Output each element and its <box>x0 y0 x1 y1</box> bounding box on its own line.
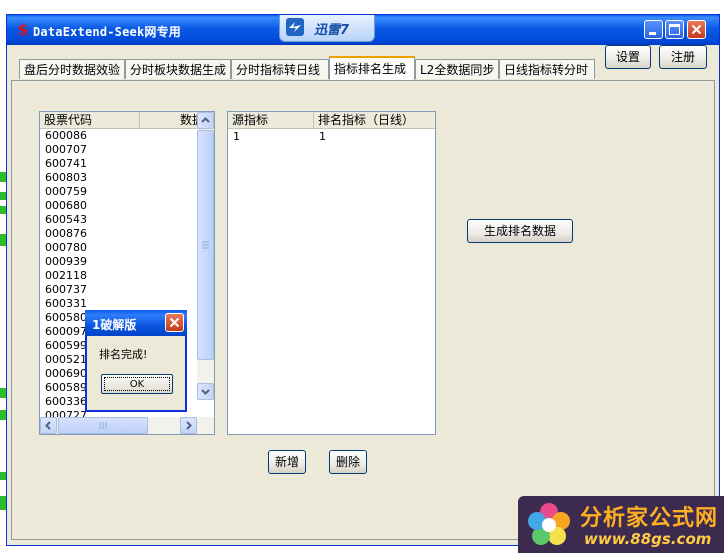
delete-button[interactable]: 删除 <box>329 450 367 474</box>
stock-row[interactable]: 600741 <box>45 157 87 171</box>
stock-row[interactable]: 600599 <box>45 339 87 353</box>
hscroll-thumb[interactable] <box>58 417 148 434</box>
indicator-list[interactable]: 源指标 排名指标（日线） 1 1 <box>227 111 436 435</box>
tab-strip: 盘后分时数据效验 分时板块数据生成 分时指标转日线 指标排名生成 L2全数据同步… <box>7 45 719 81</box>
minimize-icon <box>649 32 656 35</box>
maximize-icon <box>669 24 680 35</box>
xunlei-badge[interactable]: 迅雷7 <box>279 15 375 42</box>
indicator-row-rank[interactable]: 1 <box>319 130 326 144</box>
xunlei-label: 迅雷7 <box>314 23 350 38</box>
stock-list-vscrollbar[interactable] <box>197 112 214 400</box>
column-header-rank[interactable]: 排名指标（日线） <box>314 112 435 128</box>
app-logo-icon: $ <box>17 20 29 39</box>
grip-icon <box>202 241 209 249</box>
scroll-right-button[interactable] <box>180 417 197 434</box>
stock-row[interactable]: 600086 <box>45 129 87 143</box>
add-button[interactable]: 新增 <box>268 450 306 474</box>
column-header-code[interactable]: 股票代码 <box>40 112 140 128</box>
stock-row[interactable]: 600580 <box>45 311 87 325</box>
stock-row[interactable]: 000707 <box>45 143 87 157</box>
stock-row[interactable]: 600589 <box>45 381 87 395</box>
column-header-source[interactable]: 源指标 <box>228 112 314 128</box>
tab-minute-to-daily[interactable]: 分时指标转日线 <box>231 59 329 79</box>
stock-row[interactable]: 600331 <box>45 297 87 311</box>
watermark-brand: 分析家公式网 <box>580 506 719 531</box>
scroll-up-button[interactable] <box>197 112 214 129</box>
stock-row[interactable]: 600803 <box>45 171 87 185</box>
chevron-up-icon <box>201 117 210 123</box>
message-box-title: 1破解版 <box>92 318 137 332</box>
close-icon <box>169 317 180 328</box>
tab-minute-verify[interactable]: 盘后分时数据效验 <box>19 59 125 79</box>
indicator-list-header: 源指标 排名指标（日线） <box>228 112 435 129</box>
close-button[interactable] <box>687 20 706 39</box>
stock-row[interactable]: 000876 <box>45 227 87 241</box>
grip-icon <box>99 422 107 429</box>
xunlei-bird-icon <box>286 18 304 36</box>
chevron-right-icon <box>186 421 192 430</box>
message-box-close-button[interactable] <box>165 313 184 332</box>
window-title: DataExtend-Seek网专用 <box>33 25 181 39</box>
stock-row[interactable]: 000521 <box>45 353 87 367</box>
tab-rank-generate[interactable]: 指标排名生成 <box>329 56 415 80</box>
stock-row[interactable]: 600097 <box>45 325 87 339</box>
tab-l2-sync[interactable]: L2全数据同步 <box>415 59 499 79</box>
watermark-url: www.88gs.com <box>584 530 712 548</box>
flower-icon <box>528 503 570 545</box>
ok-button[interactable]: OK <box>101 374 173 394</box>
scroll-left-button[interactable] <box>40 417 57 434</box>
generate-rank-button[interactable]: 生成排名数据 <box>467 219 573 243</box>
message-text: 排名完成! <box>99 348 148 361</box>
stock-row[interactable]: 000759 <box>45 185 87 199</box>
column-header-data[interactable]: 数据 <box>140 112 200 128</box>
stock-row[interactable]: 000690 <box>45 367 87 381</box>
stock-row[interactable]: 600336 <box>45 395 87 409</box>
stock-row[interactable]: 000680 <box>45 199 87 213</box>
stock-row[interactable]: 600737 <box>45 283 87 297</box>
stock-row[interactable]: 600543 <box>45 213 87 227</box>
watermark-logo: 分析家公式网 www.88gs.com <box>518 496 724 553</box>
maximize-button[interactable] <box>665 20 684 39</box>
chevron-down-icon <box>201 389 210 395</box>
stock-rows: 600086 000707 600741 600803 000759 000680 6005… <box>45 129 87 423</box>
message-box: 1破解版 排名完成! OK <box>85 310 187 412</box>
ok-label: OK <box>104 377 170 391</box>
scroll-thumb[interactable] <box>197 130 214 360</box>
tab-daily-to-minute[interactable]: 日线指标转分时 <box>499 59 595 79</box>
indicator-row-source[interactable]: 1 <box>233 130 240 144</box>
close-icon <box>691 24 702 35</box>
minimize-button[interactable] <box>644 20 663 39</box>
stock-list-hscrollbar[interactable] <box>40 417 214 434</box>
title-bar[interactable]: $ DataExtend-Seek网专用 迅雷7 <box>7 15 719 45</box>
stock-list-header: 股票代码 数据 <box>40 112 200 129</box>
main-window: $ DataExtend-Seek网专用 迅雷7 设置 注册 盘后分时数据效验 … <box>6 14 720 546</box>
stock-row[interactable]: 002118 <box>45 269 87 283</box>
chevron-left-icon <box>45 421 51 430</box>
stock-row[interactable]: 000780 <box>45 241 87 255</box>
stock-row[interactable]: 000939 <box>45 255 87 269</box>
tab-sector-data[interactable]: 分时板块数据生成 <box>125 59 231 79</box>
message-box-titlebar[interactable]: 1破解版 <box>85 310 187 336</box>
scroll-down-button[interactable] <box>197 383 214 400</box>
